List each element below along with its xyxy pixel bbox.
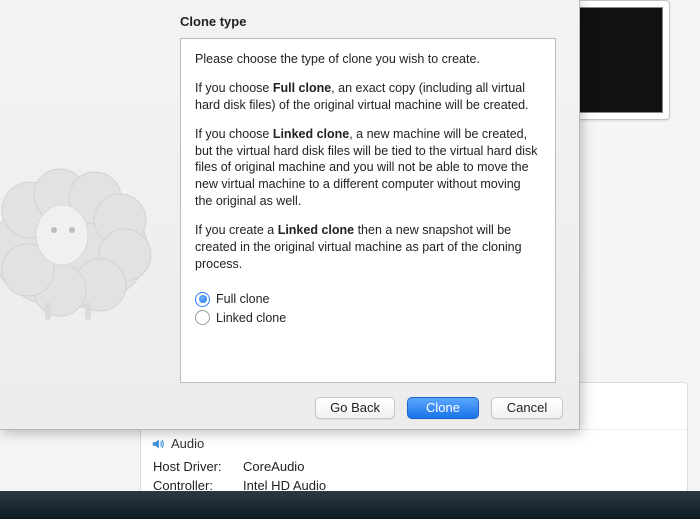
cancel-button[interactable]: Cancel: [491, 397, 563, 419]
dialog-button-row: Go Back Clone Cancel: [315, 397, 563, 419]
audio-section-label: Audio: [171, 436, 204, 451]
host-driver-label: Host Driver:: [153, 459, 243, 474]
radio-indicator-full: [195, 292, 210, 307]
snapshot-paragraph: If you create a Linked clone then a new …: [195, 222, 541, 273]
full-clone-paragraph: If you choose Full clone, an exact copy …: [195, 80, 541, 114]
intro-text: Please choose the type of clone you wish…: [195, 51, 541, 68]
radio-full-label: Full clone: [216, 291, 270, 308]
sheep-watermark-icon: [0, 120, 180, 330]
radio-indicator-linked: [195, 310, 210, 325]
linked-clone-paragraph: If you choose Linked clone, a new machin…: [195, 126, 541, 210]
radio-linked-clone[interactable]: Linked clone: [195, 310, 541, 327]
go-back-button[interactable]: Go Back: [315, 397, 395, 419]
radio-linked-label: Linked clone: [216, 310, 286, 327]
clone-button[interactable]: Clone: [407, 397, 479, 419]
speaker-icon: [151, 437, 165, 451]
clone-dialog-sheet: Clone type Please choose the type of clo…: [0, 0, 580, 430]
dialog-title: Clone type: [180, 14, 246, 29]
desktop-strip: [0, 491, 700, 519]
audio-section-header[interactable]: Audio: [141, 429, 687, 457]
host-driver-value: CoreAudio: [243, 459, 677, 474]
radio-full-clone[interactable]: Full clone: [195, 291, 541, 308]
dialog-content: Please choose the type of clone you wish…: [180, 38, 556, 383]
